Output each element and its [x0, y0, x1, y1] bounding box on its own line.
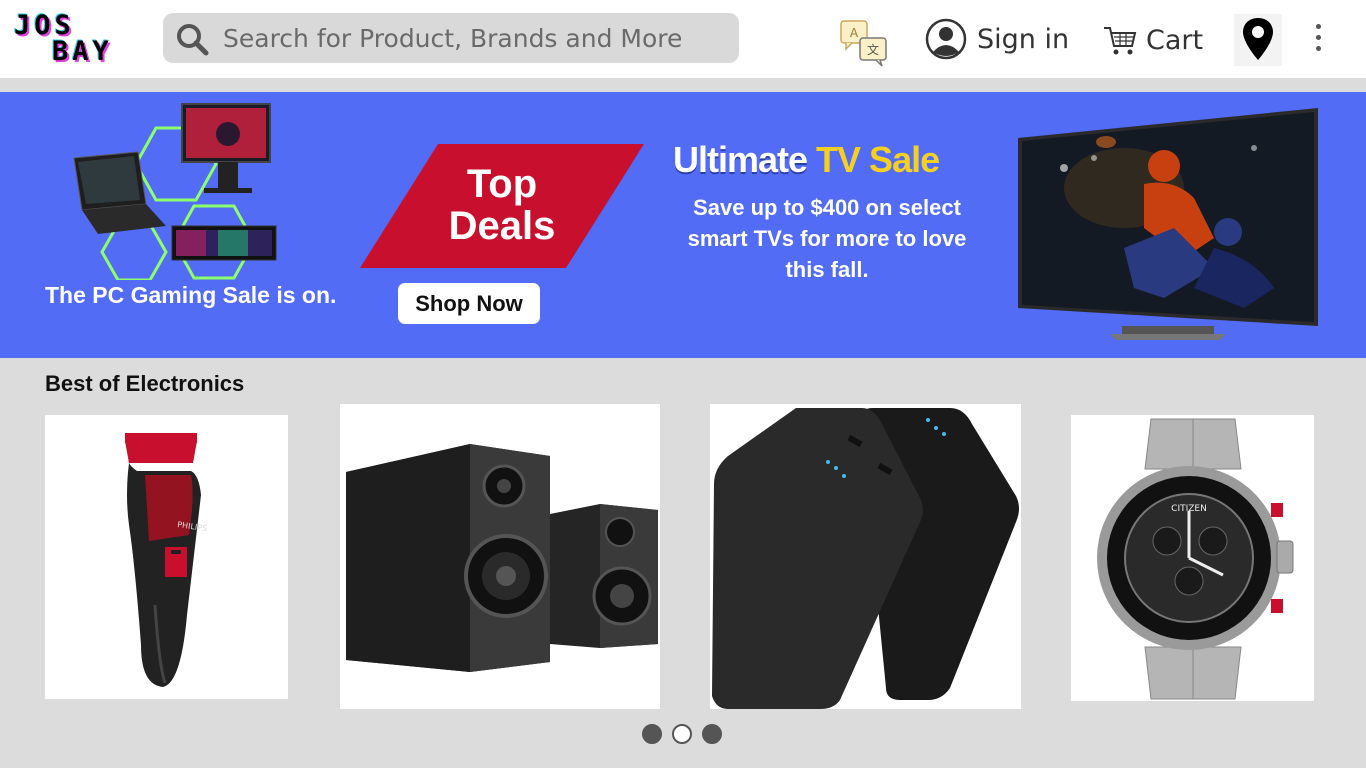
carousel-dots: [642, 724, 722, 744]
svg-text:A: A: [850, 26, 859, 40]
translate-icon[interactable]: A 文: [838, 18, 892, 68]
sign-in-label: Sign in: [977, 23, 1070, 55]
svg-text:文: 文: [867, 42, 879, 57]
tv-title-white: Ultimate: [673, 139, 808, 180]
cart-icon: [1104, 27, 1137, 55]
carousel-dot-3[interactable]: [702, 724, 722, 744]
search-bar: [163, 13, 739, 63]
tv-image: [1018, 108, 1318, 340]
cart-button[interactable]: Cart: [1102, 18, 1203, 62]
carousel-dot-1[interactable]: [642, 724, 662, 744]
tv-sale-title: Ultimate TV Sale: [673, 139, 940, 181]
sign-in-button[interactable]: Sign in: [925, 16, 1069, 62]
carousel-dot-2[interactable]: [672, 724, 692, 744]
search-input[interactable]: [223, 19, 723, 57]
speakers-image: [346, 444, 658, 672]
top-deals-line2: Deals: [448, 204, 556, 248]
watch-image: CITIZEN: [1097, 418, 1294, 700]
tv-title-yellow: TV Sale: [816, 139, 940, 180]
product-card-watch[interactable]: CITIZEN: [1071, 415, 1314, 701]
gaming-sale-text: The PC Gaming Sale is on.: [45, 282, 337, 308]
product-card-speakers[interactable]: [340, 404, 660, 709]
user-icon: [925, 18, 967, 60]
shop-now-button[interactable]: Shop Now: [398, 283, 540, 324]
logo-line2: BAY: [52, 36, 113, 67]
location-pin-icon[interactable]: [1234, 14, 1282, 66]
search-icon[interactable]: [175, 22, 209, 56]
top-header: JOS BAY A 文 Sign in: [0, 0, 1366, 78]
product-card-powerbank[interactable]: [710, 404, 1021, 709]
top-deals-badge: Top Deals: [360, 144, 644, 268]
watch-brand-text: CITIZEN: [1171, 504, 1207, 514]
promo-banner[interactable]: The PC Gaming Sale is on. Top Deals Shop…: [0, 92, 1366, 358]
logo-line1: JOS: [14, 10, 75, 41]
cart-label: Cart: [1146, 24, 1204, 56]
product-card-trimmer[interactable]: PHILIPS: [45, 415, 288, 699]
trimmer-image: PHILIPS: [125, 433, 208, 687]
jos-bay-logo[interactable]: JOS BAY: [12, 8, 132, 66]
powerbank-image: [712, 408, 1019, 709]
top-deals-line1: Top: [466, 162, 538, 206]
pc-gaming-image: [73, 103, 277, 280]
section-title: Best of Electronics: [45, 371, 245, 396]
tv-sale-description: Save up to $400 on select smart TVs for …: [687, 195, 967, 282]
more-icon[interactable]: [1304, 18, 1332, 60]
